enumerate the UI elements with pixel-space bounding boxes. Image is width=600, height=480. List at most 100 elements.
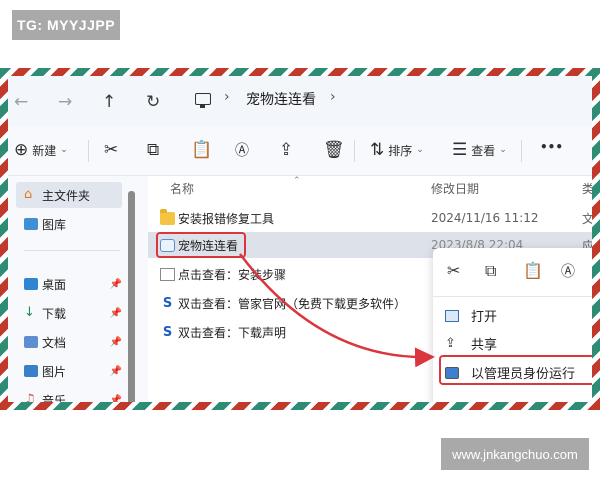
tg-watermark: TG: MYYJJPP xyxy=(12,10,120,40)
folder-icon xyxy=(160,208,175,225)
file-type: 文 xyxy=(582,211,592,226)
cut-icon[interactable]: ✂ xyxy=(447,261,460,280)
text-file-icon xyxy=(160,267,175,281)
sidebar-item-gallery[interactable]: 图库 xyxy=(16,211,122,237)
document-icon xyxy=(24,336,38,348)
highlight-box-app xyxy=(156,232,246,258)
sidebar-scrollbar[interactable] xyxy=(128,191,135,402)
chevron-down-icon: ⌄ xyxy=(499,145,507,155)
column-header-type[interactable]: 类 xyxy=(582,180,592,197)
chevron-down-icon: ⌄ xyxy=(60,145,68,155)
copy-icon[interactable]: ⧉ xyxy=(485,261,496,281)
chevron-down-icon: ⌄ xyxy=(416,145,424,155)
sidebar-item-label: 下载 xyxy=(42,306,67,321)
pin-icon[interactable]: 📌 xyxy=(110,279,122,290)
clipboard-icon: 📋 xyxy=(191,140,213,160)
breadcrumb-current[interactable]: 宠物连连看 xyxy=(246,89,316,109)
file-name: 双击查看：管家官网（免费下载更多软件） xyxy=(178,296,407,311)
copy-button[interactable]: ⧉ xyxy=(147,140,159,160)
sidebar-item-home[interactable]: ⌂ 主文件夹 xyxy=(16,182,122,208)
address-bar: ← → ↑ ↻ › 宠物连连看 › xyxy=(8,76,592,126)
menu-item-open[interactable]: 打开 xyxy=(445,306,497,325)
trash-icon: 🗑 xyxy=(323,140,345,160)
view-list-icon: ☰ xyxy=(452,140,468,160)
link-icon: S xyxy=(162,295,173,311)
paste-button[interactable]: 📋 xyxy=(191,140,212,160)
picture-icon xyxy=(24,365,38,377)
file-explorer-window: ← → ↑ ↻ › 宠物连连看 › ⊕ 新建 ⌄ ✂ ⧉ 📋 Ⓐ ⇪ 🗑 ⇅ 排… xyxy=(8,76,592,402)
toolbar-divider xyxy=(354,140,355,162)
highlight-box-run-as-admin xyxy=(439,355,592,385)
open-icon xyxy=(445,309,459,322)
menu-item-share[interactable]: ⇪ 共享 xyxy=(445,334,498,354)
share-button[interactable]: ⇪ xyxy=(279,140,293,160)
rename-icon: Ⓐ xyxy=(235,143,249,159)
share-icon: ⇪ xyxy=(445,335,456,351)
new-button[interactable]: ⊕ 新建 ⌄ xyxy=(14,140,68,160)
download-icon: ↓ xyxy=(24,305,35,320)
home-icon: ⌂ xyxy=(24,187,33,202)
delete-button[interactable]: 🗑 xyxy=(323,140,345,160)
file-name: 安装报错修复工具 xyxy=(178,211,275,226)
link-icon: S xyxy=(162,324,173,340)
navigation-pane: ⌂ 主文件夹 图库 桌面 📌 ↓ 下载 📌 文档 📌 图片 📌 ♫ 音乐 📌 xyxy=(8,176,134,402)
airmail-frame: ← → ↑ ↻ › 宠物连连看 › ⊕ 新建 ⌄ ✂ ⧉ 📋 Ⓐ ⇪ 🗑 ⇅ 排… xyxy=(0,68,600,410)
file-name: 双击查看：下载声明 xyxy=(178,325,287,340)
file-modified: 2024/11/16 11:12 xyxy=(431,211,539,225)
sort-label: 排序 xyxy=(388,143,413,158)
sidebar-item-pictures[interactable]: 图片 📌 xyxy=(16,358,122,384)
paste-icon[interactable]: 📋 xyxy=(523,261,543,280)
gallery-icon xyxy=(24,218,38,230)
toolbar-divider xyxy=(521,140,522,162)
site-watermark: www.jnkangchuo.com xyxy=(441,438,589,470)
view-label: 查看 xyxy=(471,143,496,158)
sidebar-item-label: 桌面 xyxy=(42,277,67,292)
rename-button[interactable]: Ⓐ xyxy=(235,140,249,160)
this-pc-icon[interactable] xyxy=(195,93,211,108)
command-bar: ⊕ 新建 ⌄ ✂ ⧉ 📋 Ⓐ ⇪ 🗑 ⇅ 排序 ⌄ ☰ 查看 ⌄ ••• xyxy=(8,126,592,176)
file-row[interactable]: 安装报错修复工具 2024/11/16 11:12 文 xyxy=(148,205,592,231)
breadcrumb-chevron-icon[interactable]: › xyxy=(330,89,336,105)
forward-icon[interactable]: → xyxy=(58,92,72,112)
context-menu: ✂ ⧉ 📋 Ⓐ 打开 ⇪ 共享 以管理员身份运行 xyxy=(433,248,592,402)
toolbar-divider xyxy=(88,140,89,162)
menu-divider xyxy=(433,296,592,297)
sidebar-item-music[interactable]: ♫ 音乐 📌 xyxy=(16,387,122,402)
sidebar-item-label: 文档 xyxy=(42,335,67,350)
more-button[interactable]: ••• xyxy=(540,140,563,154)
up-icon[interactable]: ↑ xyxy=(102,92,116,112)
plus-circle-icon: ⊕ xyxy=(14,140,29,160)
back-icon[interactable]: ← xyxy=(14,92,28,112)
pin-icon[interactable]: 📌 xyxy=(110,308,122,319)
desktop-icon xyxy=(24,278,38,290)
sort-button[interactable]: ⇅ 排序 ⌄ xyxy=(370,140,424,160)
cut-button[interactable]: ✂ xyxy=(104,140,118,160)
sidebar-item-label: 图库 xyxy=(42,217,67,232)
menu-item-label: 共享 xyxy=(471,338,498,353)
breadcrumb-separator-icon: › xyxy=(224,89,230,105)
sidebar-item-desktop[interactable]: 桌面 📌 xyxy=(16,271,122,297)
sort-caret-icon: ⌃ xyxy=(293,176,301,186)
pin-icon[interactable]: 📌 xyxy=(110,366,122,377)
menu-item-label: 打开 xyxy=(471,310,498,325)
share-icon: ⇪ xyxy=(279,140,294,160)
scissors-icon: ✂ xyxy=(104,140,119,160)
sort-icon: ⇅ xyxy=(370,140,385,160)
new-label: 新建 xyxy=(32,143,57,158)
view-button[interactable]: ☰ 查看 ⌄ xyxy=(452,140,507,160)
column-header-name[interactable]: 名称 xyxy=(170,180,194,197)
sidebar-item-label: 音乐 xyxy=(42,393,67,403)
music-icon: ♫ xyxy=(24,392,36,402)
sidebar-item-documents[interactable]: 文档 📌 xyxy=(16,329,122,355)
rename-icon[interactable]: Ⓐ xyxy=(561,261,575,281)
column-header-modified[interactable]: 修改日期 xyxy=(431,180,479,197)
sidebar-item-downloads[interactable]: ↓ 下载 📌 xyxy=(16,300,122,326)
sidebar-divider xyxy=(24,250,120,251)
pin-icon[interactable]: 📌 xyxy=(110,337,122,348)
sidebar-item-label: 图片 xyxy=(42,364,67,379)
copy-icon: ⧉ xyxy=(147,140,160,160)
pin-icon[interactable]: 📌 xyxy=(110,395,122,403)
refresh-icon[interactable]: ↻ xyxy=(146,92,160,112)
file-name: 点击查看：安装步骤 xyxy=(178,267,287,282)
sidebar-item-label: 主文件夹 xyxy=(42,188,91,203)
